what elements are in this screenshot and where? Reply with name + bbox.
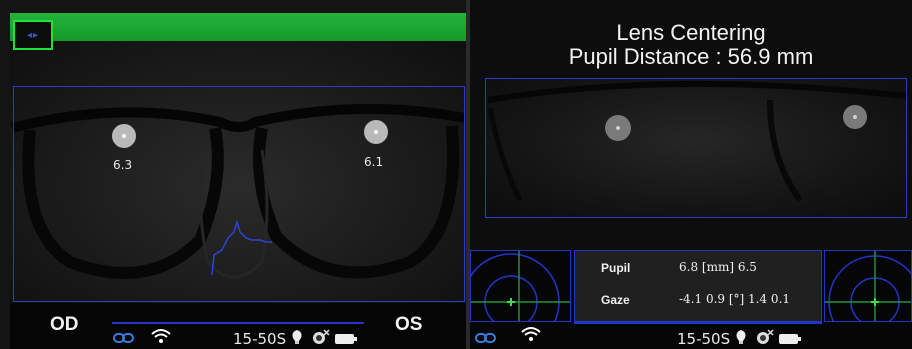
crosshair-icon xyxy=(825,251,911,321)
os-centering-target xyxy=(824,250,912,322)
status-divider xyxy=(112,322,364,324)
crosshair-icon xyxy=(471,251,570,321)
pupil-values: 6.8 [mm] 6.5 xyxy=(679,260,757,274)
pupil-os-value: 6.1 xyxy=(364,155,384,169)
measurement-info-box: Pupil 6.8 [mm] 6.5 Gaze -4.1 0.9 [°] 1.4… xyxy=(574,250,822,322)
link-icon xyxy=(113,333,134,343)
gaze-label: Gaze xyxy=(601,293,630,307)
model-label: 15-50S xyxy=(233,330,287,348)
wifi-icon xyxy=(151,329,171,343)
os-label: OS xyxy=(395,314,423,335)
pupil-od-value: 6.3 xyxy=(113,158,133,172)
back-arrows-icon: ◂▸ xyxy=(26,29,40,41)
pupil-label: Pupil xyxy=(601,261,631,275)
right-lens-centering-panel: Lens Centering Pupil Distance : 56.9 mm … xyxy=(470,0,912,349)
bulb-icon xyxy=(292,330,302,344)
left-camera-panel: ◂▸ 6.3 6.1 OD OS 15-50S xyxy=(0,0,466,349)
od-centering-target xyxy=(470,250,571,322)
camera-icon xyxy=(313,329,330,344)
link-icon xyxy=(475,333,496,343)
glasses-lens-image xyxy=(487,80,907,202)
od-label: OD xyxy=(50,314,79,335)
gaze-values: -4.1 0.9 [°] 1.4 0.1 xyxy=(679,292,791,306)
back-button[interactable]: ◂▸ xyxy=(13,20,53,50)
camera-icon xyxy=(757,329,774,344)
model-label: 15-50S xyxy=(677,330,731,348)
bulb-icon xyxy=(736,330,746,344)
battery-icon xyxy=(779,334,801,344)
detection-frame xyxy=(13,86,465,302)
wifi-icon xyxy=(521,327,541,341)
battery-icon xyxy=(335,334,357,344)
status-top-bar xyxy=(10,13,466,41)
right-status-divider xyxy=(574,322,822,324)
